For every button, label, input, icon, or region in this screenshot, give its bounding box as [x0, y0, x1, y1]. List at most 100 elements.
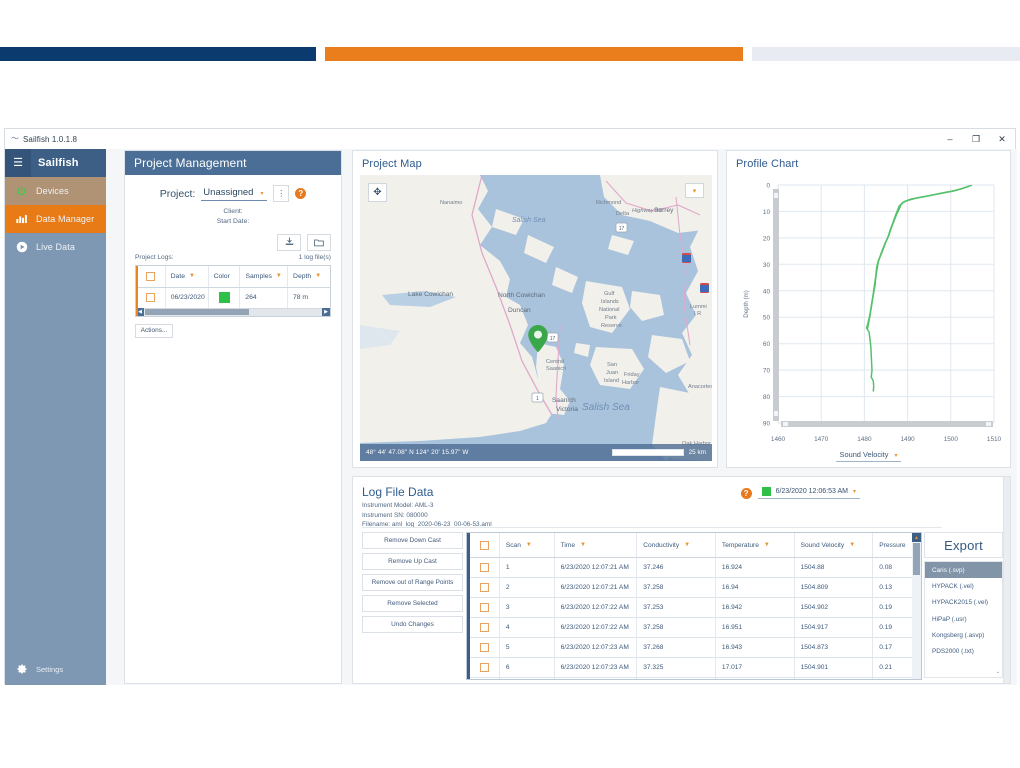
table-row[interactable]: 5 6/23/2020 12:07:23 AM 37.268 16.943 15… [470, 638, 921, 658]
map-scale: 25 km [611, 449, 706, 456]
chart-x-axis-dropdown[interactable]: Sound Velocity ▾ [835, 450, 902, 462]
column-header-time[interactable]: Time ▼ [555, 533, 638, 557]
remove-out-of-range-points-button[interactable]: Remove out of Range Points [362, 574, 463, 591]
sidebar-item-settings[interactable]: Settings [5, 653, 106, 685]
filter-icon[interactable]: ▼ [315, 273, 321, 279]
column-header-sound-velocity[interactable]: Sound Velocity ▼ [795, 533, 874, 557]
table-row[interactable]: 1 6/23/2020 12:07:21 AM 37.246 16.924 15… [470, 558, 921, 578]
column-header-temperature[interactable]: Temperature ▼ [716, 533, 795, 557]
grid-accent-bar [136, 265, 138, 316]
column-header-scan[interactable]: Scan ▼ [500, 533, 555, 557]
export-format-list[interactable]: Caris (.svp) HYPACK (.vel) HYPACK2015 (.… [924, 561, 1003, 678]
column-header-color[interactable]: Color [209, 265, 241, 287]
export-option-hypack[interactable]: HYPACK (.vel) [925, 578, 1002, 594]
row-checkbox-cell[interactable] [470, 678, 500, 679]
map-canvas[interactable]: 17 17 1 Salish Sea Salish Sea Lake Cowic… [360, 175, 712, 461]
sidebar-item-live-data[interactable]: Live Data [5, 233, 106, 261]
row-checkbox-cell[interactable] [470, 578, 500, 597]
map-pan-icon[interactable]: ✥ [368, 183, 387, 202]
column-header-conductivity[interactable]: Conductivity ▼ [637, 533, 716, 557]
table-row[interactable]: 06/23/2020 264 78 m [136, 287, 330, 308]
table-vertical-scrollbar[interactable]: ▲ [912, 533, 921, 679]
maximize-button[interactable]: ❐ [963, 129, 989, 149]
log-file-metadata: Instrument Model: AML-3 Instrument SN: 0… [353, 499, 1010, 530]
sidebar: ☰ Sailfish Devices Data Manager Live Dat… [5, 149, 106, 685]
help-icon[interactable]: ? [295, 188, 307, 199]
row-checkbox-cell[interactable] [470, 658, 500, 677]
table-row[interactable]: 3 6/23/2020 12:07:22 AM 37.253 16.942 15… [470, 598, 921, 618]
export-option-caris[interactable]: Caris (.svp) [925, 562, 1002, 579]
select-all-checkbox-cell[interactable] [136, 265, 166, 287]
profile-chart-graphic[interactable]: 0 10 20 30 40 50 60 70 80 90 Depth (m) 1… [736, 175, 1002, 458]
row-checkbox-cell[interactable] [136, 287, 166, 308]
row-checkbox[interactable] [479, 663, 489, 672]
cell-samples: 264 [240, 287, 288, 308]
row-checkbox-cell[interactable] [470, 598, 500, 617]
cell-sound-velocity [795, 678, 874, 679]
row-checkbox[interactable] [479, 623, 489, 632]
close-button[interactable]: ✕ [989, 129, 1015, 149]
column-header-date[interactable]: Date ▼ [166, 265, 209, 287]
filter-icon[interactable]: ▼ [526, 542, 532, 548]
grid-horizontal-scrollbar[interactable]: ◀ ▶ [136, 307, 330, 317]
map-layers-icon[interactable]: ▾ [685, 183, 704, 198]
actions-button[interactable]: Actions... [135, 323, 173, 338]
import-icon[interactable] [277, 233, 301, 251]
table-row[interactable]: 4 6/23/2020 12:07:22 AM 37.258 16.951 15… [470, 618, 921, 638]
filter-icon[interactable]: ▼ [189, 273, 195, 279]
table-row[interactable]: 6 6/23/2020 12:07:23 AM 37.325 17.017 15… [470, 658, 921, 678]
column-header-depth[interactable]: Depth ▼ [288, 266, 330, 287]
sidebar-item-devices[interactable]: Devices [5, 177, 106, 205]
filter-icon[interactable]: ▼ [580, 542, 586, 548]
table-row[interactable]: 2 6/23/2020 12:07:21 AM 37.258 16.94 150… [470, 578, 921, 598]
log-date-dropdown[interactable]: 6/23/2020 12:06:53 AM ▾ [757, 487, 860, 499]
export-option-hipap[interactable]: HiPaP (.usr) [925, 611, 1002, 627]
project-management-body: Project: Unassigned ▾ ⋮ ? Client: Start … [125, 175, 341, 338]
log-action-buttons: Remove Down Cast Remove Up Cast Remove o… [362, 532, 463, 637]
filter-icon[interactable]: ▼ [849, 542, 855, 548]
svg-text:1490: 1490 [900, 436, 915, 443]
gear-icon [13, 663, 30, 675]
row-checkbox-cell[interactable] [470, 558, 500, 577]
export-option-hypack2015[interactable]: HYPACK2015 (.vel) [925, 595, 1002, 611]
export-option-kongsberg[interactable]: Kongsberg (.asvp) [925, 627, 1002, 643]
filter-icon[interactable]: ▼ [684, 542, 690, 548]
cell-color [209, 287, 241, 308]
select-all-checkbox[interactable] [479, 540, 489, 550]
scrollbar-track[interactable] [250, 309, 322, 315]
chart-horizontal-scrollbar[interactable] [781, 421, 993, 427]
column-header-samples[interactable]: Samples ▼ [240, 265, 289, 287]
export-scroll-down-icon[interactable]: ⌄ [994, 667, 1002, 677]
scroll-right-arrow[interactable]: ▶ [322, 308, 330, 317]
filter-icon[interactable]: ▼ [276, 273, 282, 279]
chart-vertical-scrollbar[interactable] [773, 189, 779, 421]
project-dropdown[interactable]: Unassigned ▾ [201, 187, 268, 201]
row-checkbox-cell[interactable] [470, 638, 500, 657]
scrollbar-thumb[interactable] [145, 309, 249, 316]
remove-selected-button[interactable]: Remove Selected [362, 595, 463, 612]
remove-up-cast-button[interactable]: Remove Up Cast [362, 553, 463, 570]
map-pin-icon[interactable] [528, 325, 548, 353]
export-button[interactable]: Export [924, 532, 1003, 558]
scroll-up-arrow[interactable]: ▲ [912, 533, 921, 542]
undo-changes-button[interactable]: Undo Changes [362, 616, 463, 633]
row-checkbox[interactable] [145, 293, 155, 303]
row-checkbox[interactable] [479, 563, 489, 572]
help-icon[interactable]: ? [740, 487, 752, 499]
select-all-checkbox-cell[interactable] [470, 533, 500, 557]
minimize-button[interactable]: – [937, 129, 963, 149]
remove-down-cast-button[interactable]: Remove Down Cast [362, 532, 463, 549]
sidebar-item-data-manager[interactable]: Data Manager [5, 205, 106, 233]
scrollbar-thumb[interactable] [913, 543, 920, 575]
select-all-checkbox[interactable] [145, 271, 155, 281]
row-checkbox[interactable] [479, 643, 489, 652]
project-menu-button[interactable]: ⋮ [273, 185, 290, 202]
row-checkbox[interactable] [479, 583, 489, 592]
folder-icon[interactable] [307, 233, 331, 251]
filter-icon[interactable]: ▼ [764, 542, 770, 548]
export-option-pds2000[interactable]: PDS2000 (.txt) [925, 643, 1002, 659]
row-checkbox-cell[interactable] [470, 618, 500, 637]
row-checkbox[interactable] [479, 603, 489, 612]
table-row[interactable] [470, 678, 921, 679]
hamburger-icon[interactable]: ☰ [5, 149, 31, 177]
